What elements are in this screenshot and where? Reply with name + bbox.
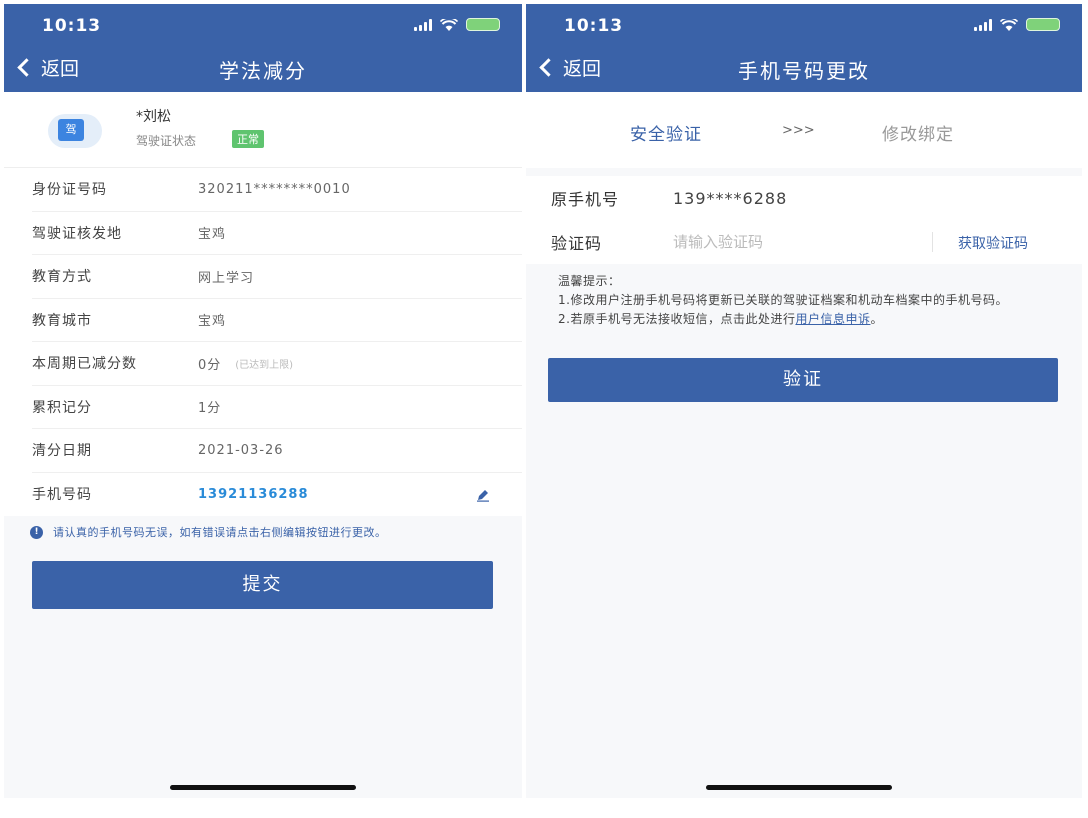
info-row-education-method: 教育方式 网上学习 — [32, 255, 522, 299]
nav-bar: 返回 学法减分 — [4, 48, 522, 92]
tips: 温馨提示： 1.修改用户注册手机号码将更新已关联的驾驶证档案和机动车档案中的手机… — [526, 264, 1082, 329]
submit-button[interactable]: 提交 — [32, 561, 493, 609]
signal-icon — [974, 18, 992, 31]
info-row-license-issuer: 驾驶证核发地 宝鸡 — [32, 212, 522, 255]
verify-button[interactable]: 验证 — [548, 358, 1058, 402]
info-value: 0分 — [198, 357, 222, 373]
info-icon: ! — [30, 525, 43, 539]
status-bar: 10:13 — [4, 4, 522, 48]
battery-icon — [1026, 18, 1060, 31]
info-value: 2021-03-26 — [198, 442, 284, 458]
info-value: 320211********0010 — [198, 181, 351, 197]
signal-icon — [414, 18, 432, 31]
info-extra: (已达到上限) — [235, 359, 294, 371]
info-row-clear-date: 清分日期 2021-03-26 — [32, 429, 522, 473]
info-row-id-number: 身份证号码 320211********0010 — [32, 168, 522, 212]
phone-number-value: 13921136288 — [198, 486, 309, 502]
info-row-education-city: 教育城市 宝鸡 — [32, 299, 522, 342]
info-label: 清分日期 — [32, 443, 92, 460]
battery-icon — [466, 18, 500, 31]
status-bar: 10:13 — [526, 4, 1082, 48]
step-modify-binding: 修改绑定 — [882, 125, 954, 145]
status-time: 10:13 — [564, 16, 624, 36]
edit-icon[interactable] — [476, 488, 490, 502]
tips-line-2-suffix: 。 — [870, 312, 883, 326]
page-title: 学法减分 — [219, 59, 307, 83]
status-icons — [414, 18, 500, 31]
status-time: 10:13 — [42, 16, 102, 36]
info-label: 身份证号码 — [32, 182, 107, 199]
form-row-code: 验证码 获取验证码 — [526, 220, 1082, 264]
wifi-icon — [1000, 18, 1018, 31]
step-arrows: >>> — [782, 123, 815, 138]
license-card-icon: 驾 — [58, 119, 84, 141]
notice: ! 请认真的手机号码无误，如有错误请点击右侧编辑按钮进行更改。 — [4, 516, 522, 542]
info-value: 宝鸡 — [198, 314, 227, 330]
info-label: 驾驶证核发地 — [32, 225, 122, 242]
step-indicator: 安全验证 >>> 修改绑定 — [526, 92, 1082, 168]
nav-bar: 返回 手机号码更改 — [526, 48, 1082, 92]
info-label: 手机号码 — [32, 487, 92, 504]
form-label: 验证码 — [551, 234, 603, 253]
status-badge: 正常 — [232, 130, 264, 148]
verify-form: 原手机号 139****6288 验证码 获取验证码 — [526, 176, 1082, 264]
form-row-original-phone: 原手机号 139****6288 — [526, 176, 1082, 220]
phone-screen-right: 10:13 返回 手机号码更改 安全验证 >>> 修改绑定 原手机号 139**… — [526, 4, 1082, 798]
tips-line-1: 1.修改用户注册手机号码将更新已关联的驾驶证档案和机动车档案中的手机号码。 — [558, 293, 1008, 307]
info-label: 本周期已减分数 — [32, 356, 137, 373]
info-list: 身份证号码 320211********0010 驾驶证核发地 宝鸡 教育方式 … — [4, 168, 522, 516]
info-row-accumulated-points: 累积记分 1分 — [32, 386, 522, 429]
license-status-label: 驾驶证状态 — [136, 134, 197, 148]
info-value: 宝鸡 — [198, 227, 227, 243]
status-icons — [974, 18, 1060, 31]
get-code-button[interactable]: 获取验证码 — [958, 233, 1028, 253]
info-label: 累积记分 — [32, 399, 92, 416]
wifi-icon — [440, 18, 458, 31]
tips-line-2-prefix: 2.若原手机号无法接收短信，点击此处进行 — [558, 312, 796, 326]
info-row-phone: 手机号码 13921136288 — [32, 473, 522, 517]
header: 10:13 返回 手机号码更改 — [526, 4, 1082, 92]
phone-screen-left: 10:13 返回 学法减分 驾 *刘松 驾驶证状态 正常 身份证号码 32021… — [4, 4, 522, 798]
info-value: 网上学习 — [198, 270, 255, 286]
home-indicator — [706, 785, 892, 790]
profile-name: *刘松 — [136, 109, 171, 125]
page-title: 手机号码更改 — [738, 59, 870, 83]
user-info-appeal-link[interactable]: 用户信息申诉 — [795, 312, 870, 326]
profile-card: 驾 *刘松 驾驶证状态 正常 — [4, 92, 522, 168]
tips-line-2: 2.若原手机号无法接收短信，点击此处进行用户信息申诉。 — [558, 310, 1056, 329]
form-label: 原手机号 — [551, 190, 620, 209]
home-indicator — [170, 785, 356, 790]
avatar: 驾 — [48, 110, 104, 152]
original-phone-value: 139****6288 — [673, 188, 788, 208]
verification-code-input[interactable] — [673, 233, 913, 251]
divider — [932, 232, 933, 252]
notice-text: 请认真的手机号码无误，如有错误请点击右侧编辑按钮进行更改。 — [53, 526, 387, 539]
step-security-verify: 安全验证 — [630, 125, 702, 145]
header: 10:13 返回 学法减分 — [4, 4, 522, 92]
info-row-reduced-points: 本周期已减分数 0分 (已达到上限) — [32, 342, 522, 386]
info-label: 教育方式 — [32, 269, 92, 286]
info-value: 1分 — [198, 401, 222, 417]
tips-title: 温馨提示： — [558, 274, 621, 288]
info-label: 教育城市 — [32, 312, 92, 329]
